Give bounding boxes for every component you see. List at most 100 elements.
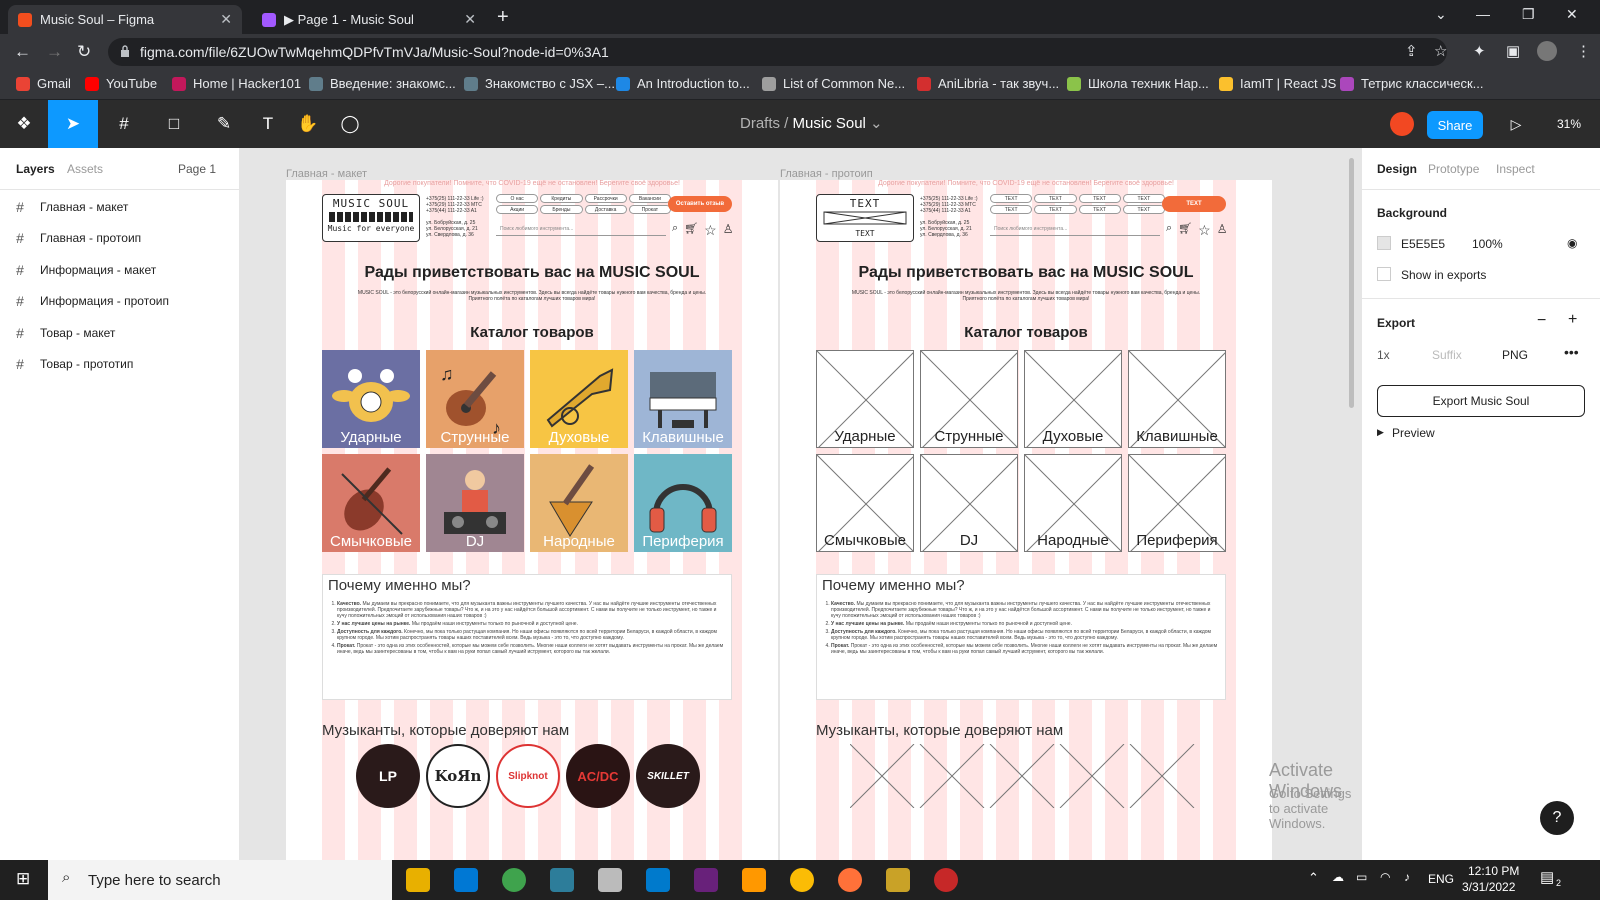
background-hex[interactable]: E5E5E5 — [1401, 237, 1445, 251]
avatar[interactable] — [1390, 112, 1414, 136]
background-swatch[interactable] — [1377, 236, 1391, 250]
chevron-up-icon[interactable]: ⌃ — [1308, 870, 1319, 886]
background-opacity[interactable]: 100% — [1472, 237, 1503, 251]
terminal-icon[interactable] — [550, 868, 574, 892]
frame-label[interactable]: Главная - макет — [286, 168, 367, 180]
layer-item[interactable]: # Информация - протоип — [0, 286, 240, 316]
vscode-icon[interactable] — [646, 868, 670, 892]
play-icon[interactable]: ▷ — [1496, 100, 1536, 148]
page-selector[interactable]: Page 1 — [178, 162, 216, 176]
figma-menu-icon[interactable]: ❖ — [0, 100, 48, 148]
language-indicator[interactable]: ENG — [1428, 872, 1454, 886]
notification-icon[interactable]: ▤ — [1540, 868, 1554, 886]
chevron-right-icon[interactable]: ▶ — [1377, 427, 1384, 438]
frame-main-mockup[interactable]: Дорогие покупатели! Помните, что COVID-1… — [286, 180, 778, 860]
bookmark[interactable]: An Introduction to... — [616, 76, 750, 91]
export-scale[interactable]: 1x — [1377, 348, 1390, 362]
zoom-level[interactable]: 31% — [1544, 100, 1594, 148]
bookmark[interactable]: AniLibria - так звуч... — [917, 76, 1059, 91]
close-window-icon[interactable]: ✕ — [1566, 6, 1578, 23]
bookmark[interactable]: Gmail — [16, 76, 71, 91]
layer-item[interactable]: # Товар - макет — [0, 318, 240, 348]
text-tool-icon[interactable]: T — [248, 100, 288, 148]
forward-icon[interactable]: → — [46, 42, 63, 62]
layer-item[interactable]: # Товар - прототип — [0, 349, 240, 379]
wifi-icon[interactable]: ◠ — [1380, 870, 1390, 884]
battery-icon[interactable]: ▭ — [1356, 870, 1367, 884]
app-icon[interactable] — [934, 868, 958, 892]
comment-tool-icon[interactable]: ◯ — [330, 100, 370, 148]
breadcrumb-file[interactable]: Music Soul — [793, 115, 866, 132]
new-tab-icon[interactable]: + — [497, 6, 509, 29]
breadcrumb-parent[interactable]: Drafts — [740, 115, 780, 132]
visual-studio-icon[interactable] — [694, 868, 718, 892]
tab-prototype[interactable]: Prototype — [1428, 162, 1479, 176]
back-icon[interactable]: ← — [14, 42, 31, 62]
firefox-icon[interactable] — [838, 868, 862, 892]
export-suffix-input[interactable]: Suffix — [1432, 348, 1462, 362]
help-button[interactable]: ? — [1540, 801, 1574, 835]
bookmark[interactable]: YouTube — [85, 76, 157, 91]
star-icon[interactable]: ☆ — [1434, 42, 1447, 60]
layer-item[interactable]: # Главная - протоип — [0, 223, 240, 253]
menu-icon[interactable]: ⋮ — [1576, 42, 1591, 60]
close-icon[interactable]: ✕ — [464, 11, 476, 28]
share-button[interactable]: Share — [1427, 111, 1483, 139]
bookmark[interactable]: Знакомство с JSX –... — [464, 76, 615, 91]
bookmark[interactable]: Тетрис классическ... — [1340, 76, 1484, 91]
bookmark[interactable]: Школа техник Нар... — [1067, 76, 1209, 91]
tab-figma[interactable]: Music Soul – Figma ✕ — [8, 5, 242, 34]
more-icon[interactable]: ••• — [1564, 344, 1579, 360]
minimize-icon[interactable]: — — [1476, 6, 1490, 22]
tab-page1[interactable]: ▶ Page 1 - Music Soul ✕ — [252, 5, 486, 34]
taskbar-search[interactable]: ⌕ Type here to search — [48, 860, 392, 900]
preview-toggle[interactable]: Preview — [1392, 426, 1435, 440]
bookmark[interactable]: Home | Hacker101 — [172, 76, 301, 91]
clock-date[interactable]: 3/31/2022 — [1462, 880, 1515, 894]
tab-inspect[interactable]: Inspect — [1496, 162, 1535, 176]
tab-layers[interactable]: Layers — [16, 162, 55, 176]
frame-label[interactable]: Главная - протоип — [780, 168, 873, 180]
tab-assets[interactable]: Assets — [67, 162, 103, 176]
utorrent-icon[interactable] — [502, 868, 526, 892]
eye-icon[interactable]: ◉ — [1567, 236, 1577, 250]
plus-icon[interactable]: + — [1568, 311, 1577, 329]
file-explorer-icon[interactable] — [406, 868, 430, 892]
chrome-icon[interactable] — [790, 868, 814, 892]
export-format[interactable]: PNG — [1502, 348, 1528, 362]
layer-item[interactable]: # Главная - макет — [0, 192, 240, 222]
chevron-down-icon[interactable]: ⌄ — [1435, 6, 1447, 23]
breadcrumb[interactable]: Drafts / Music Soul ⌄ — [740, 114, 883, 132]
show-exports-checkbox[interactable] — [1377, 267, 1391, 281]
share-page-icon[interactable]: ⇪ — [1405, 42, 1418, 60]
figma-canvas[interactable]: Главная - макет Дорогие покупатели! Помн… — [240, 148, 1361, 860]
url-bar[interactable]: figma.com/file/6ZUOwTwMqehmQDPfvTmVJa/Mu… — [108, 38, 1447, 66]
shape-tool-icon[interactable]: □ — [150, 100, 198, 148]
frame-tool-icon[interactable]: # — [100, 100, 148, 148]
bookmark[interactable]: List of Common Ne... — [762, 76, 905, 91]
layer-item[interactable]: # Информация - макет — [0, 255, 240, 285]
sublime-icon[interactable] — [742, 868, 766, 892]
close-icon[interactable]: ✕ — [220, 11, 232, 28]
export-button[interactable]: Export Music Soul — [1377, 385, 1585, 417]
store-icon[interactable] — [454, 868, 478, 892]
canvas-scrollbar[interactable] — [1349, 158, 1354, 408]
app-icon[interactable] — [886, 868, 910, 892]
hand-tool-icon[interactable]: ✋ — [288, 100, 328, 148]
bookmark[interactable]: Введение: знакомс... — [309, 76, 456, 91]
pen-tool-icon[interactable]: ✎ — [200, 100, 248, 148]
app-icon[interactable] — [598, 868, 622, 892]
frame-main-prototype[interactable]: Дорогие покупатели! Помните, что COVID-1… — [780, 180, 1272, 860]
restore-icon[interactable]: ❐ — [1522, 6, 1535, 23]
profile-avatar[interactable] — [1537, 41, 1557, 61]
volume-icon[interactable]: ♪ — [1404, 870, 1410, 884]
bookmark[interactable]: IamIT | React JS — [1219, 76, 1336, 91]
extensions-icon[interactable]: ✦ — [1473, 42, 1486, 60]
sidepanel-icon[interactable]: ▣ — [1506, 42, 1520, 60]
clock-time[interactable]: 12:10 PM — [1468, 864, 1519, 878]
windows-start-icon[interactable]: ⊞ — [16, 869, 30, 889]
minus-icon[interactable]: − — [1537, 312, 1546, 330]
tab-design[interactable]: Design — [1377, 162, 1417, 176]
network-icon[interactable]: ☁ — [1332, 870, 1344, 884]
reload-icon[interactable]: ↻ — [77, 42, 91, 62]
